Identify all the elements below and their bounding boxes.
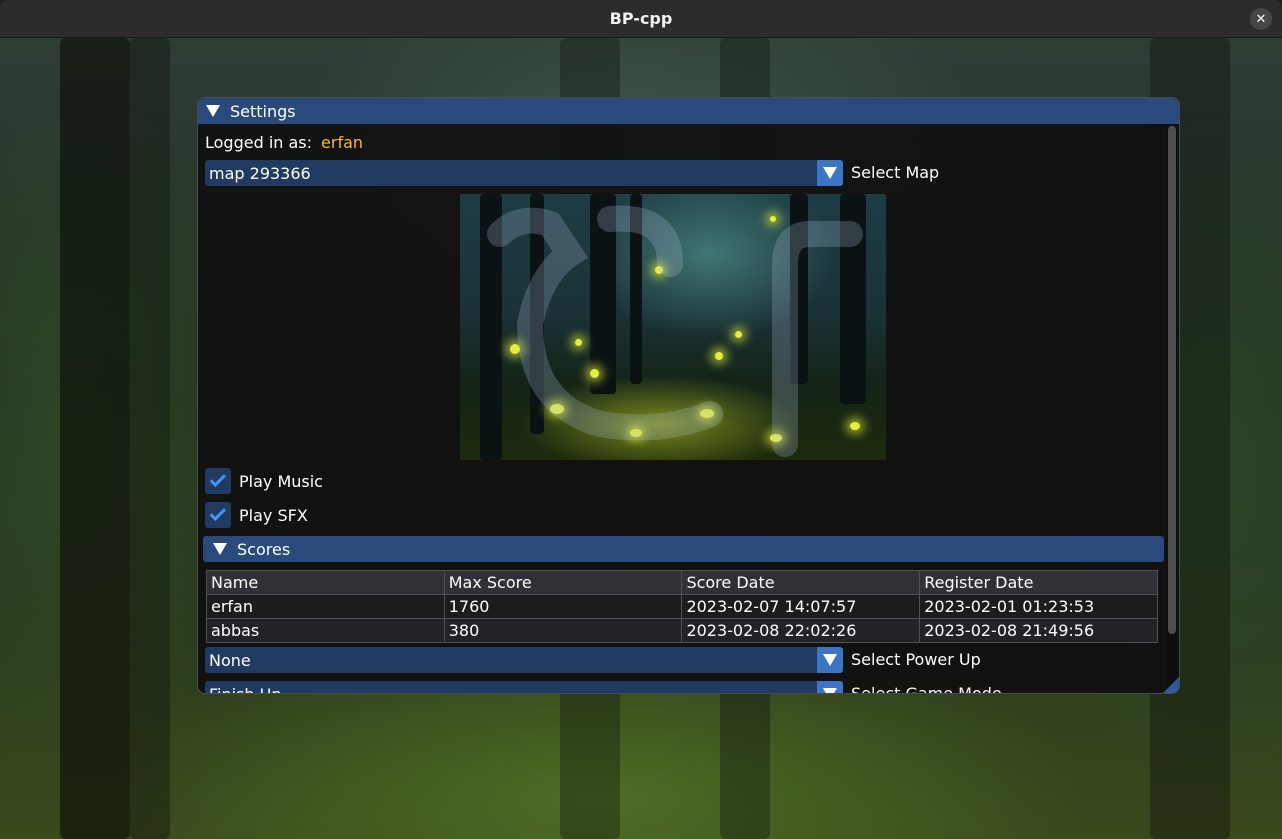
collapse-triangle-icon (206, 105, 220, 117)
cell-name: erfan (206, 594, 445, 619)
column-header-register-date[interactable]: Register Date (919, 570, 1158, 595)
table-header-row: Name Max Score Score Date Register Date (206, 570, 1158, 595)
cell-register-date: 2023-02-01 01:23:53 (919, 594, 1158, 619)
play-sfx-checkbox[interactable] (205, 502, 231, 528)
checkmark-icon (209, 504, 226, 522)
map-select-value: map 293366 (209, 163, 311, 183)
checkmark-icon (209, 470, 226, 488)
settings-header[interactable]: Settings (198, 98, 1179, 124)
settings-window: Settings Logged in as: erfan map 293366 … (197, 97, 1180, 694)
cell-register-date: 2023-02-08 21:49:56 (919, 618, 1158, 643)
title-bar: BP-cpp ✕ (0, 0, 1282, 38)
chevron-down-icon[interactable] (817, 160, 843, 186)
cell-max-score: 1760 (443, 594, 683, 619)
play-music-label: Play Music (239, 471, 323, 491)
scrollbar-thumb[interactable] (1168, 126, 1176, 634)
cell-score-date: 2023-02-08 22:02:26 (681, 618, 921, 643)
play-music-row[interactable]: Play Music (205, 468, 323, 494)
logged-in-row: Logged in as: erfan (205, 130, 363, 154)
game-mode-select-value: Finish Up (209, 684, 282, 694)
game-mode-select-label: Select Game Mode (851, 684, 1002, 694)
logged-in-username: erfan (321, 132, 364, 152)
collapse-triangle-icon (213, 543, 227, 555)
game-mode-select[interactable]: Finish Up (205, 681, 843, 694)
map-preview-image (460, 194, 886, 460)
play-music-checkbox[interactable] (205, 468, 231, 494)
scores-header[interactable]: Scores (203, 536, 1164, 562)
chevron-down-icon[interactable] (817, 681, 843, 693)
column-header-score-date[interactable]: Score Date (681, 570, 921, 595)
cell-name: abbas (206, 618, 445, 643)
window-title: BP-cpp (609, 9, 673, 28)
table-row: erfan 1760 2023-02-07 14:07:57 2023-02-0… (206, 594, 1158, 619)
power-up-select[interactable]: None (205, 647, 843, 673)
settings-content: Logged in as: erfan map 293366 Select Ma… (203, 124, 1164, 694)
column-header-name[interactable]: Name (206, 570, 445, 595)
chevron-down-icon[interactable] (817, 647, 843, 673)
logged-in-label: Logged in as: (205, 132, 313, 152)
cell-max-score: 380 (443, 618, 683, 643)
resize-grip-icon[interactable] (1163, 677, 1179, 693)
settings-title: Settings (230, 101, 296, 121)
close-icon: ✕ (1255, 11, 1267, 27)
close-window-button[interactable]: ✕ (1250, 8, 1272, 30)
scores-title: Scores (237, 539, 291, 559)
vertical-scrollbar[interactable] (1167, 126, 1177, 692)
play-sfx-row[interactable]: Play SFX (205, 502, 308, 528)
column-header-max-score[interactable]: Max Score (443, 570, 683, 595)
power-up-select-value: None (209, 650, 251, 670)
map-select-label: Select Map (851, 163, 940, 182)
scores-table: Name Max Score Score Date Register Date … (206, 570, 1158, 643)
cell-score-date: 2023-02-07 14:07:57 (681, 594, 921, 619)
power-up-select-label: Select Power Up (851, 650, 981, 669)
map-select[interactable]: map 293366 (205, 160, 843, 186)
table-row: abbas 380 2023-02-08 22:02:26 2023-02-08… (206, 618, 1158, 643)
logo-watermark-icon (487, 205, 863, 457)
play-sfx-label: Play SFX (239, 505, 308, 525)
